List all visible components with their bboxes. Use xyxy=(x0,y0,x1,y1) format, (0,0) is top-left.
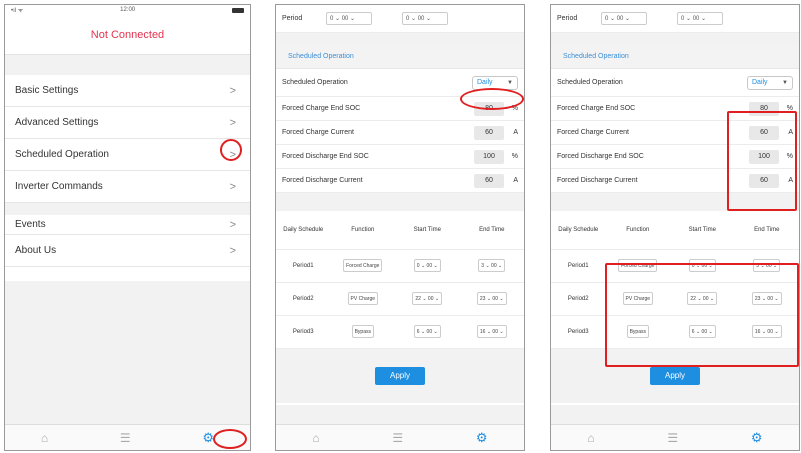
column-header: Function xyxy=(330,211,396,250)
tab-bar: ⌂ ☰ ⚙ xyxy=(551,424,799,450)
end-time-select[interactable]: 16 ⌄ 00 ⌄ xyxy=(476,325,507,338)
value-field[interactable]: 60 xyxy=(474,173,504,188)
table-row: Period3 Bypass 6 ⌄ 00 ⌄ 16 ⌄ 00 ⌄ xyxy=(276,315,524,349)
caret-down-icon: ▼ xyxy=(782,79,788,86)
start-time-select[interactable]: 6 ⌄ 00 ⌄ xyxy=(413,325,441,338)
column-header: Daily Schedule xyxy=(551,211,606,250)
chevron-right-icon: > xyxy=(229,84,236,97)
phone-main-menu: •ıl ᯤ 12:00 Not Connected Basic Settings… xyxy=(4,4,251,451)
column-header: Start Time xyxy=(670,211,735,250)
column-header: Function xyxy=(605,211,671,250)
field-row: Forced Discharge Current 60 A xyxy=(276,169,524,193)
home-icon[interactable]: ⌂ xyxy=(41,431,48,445)
field-row: Forced Charge Current 60 A xyxy=(276,121,524,145)
column-header: Daily Schedule xyxy=(276,211,331,250)
table-row: Period2 PV Charge 22 ⌄ 00 ⌄ 23 ⌄ 00 ⌄ xyxy=(276,282,524,316)
clock: 12:00 xyxy=(120,7,136,13)
annotation-circle xyxy=(220,139,242,161)
menu-item-scheduled-operation[interactable]: Scheduled Operation > xyxy=(5,139,250,171)
phone-scheduled-operation: Period 0 ⌄ 00 ⌄ 0 ⌄ 00 ⌄ Scheduled Opera… xyxy=(275,4,525,451)
menu-item-advanced-settings[interactable]: Advanced Settings > xyxy=(5,107,250,139)
apply-button[interactable]: Apply xyxy=(650,366,700,385)
chevron-right-icon: > xyxy=(229,180,236,193)
connection-status: Not Connected xyxy=(5,15,250,55)
function-select[interactable]: Bypass xyxy=(351,325,374,338)
value-field[interactable]: 100 xyxy=(474,149,504,164)
start-time-select[interactable]: 22 ⌄ 00 ⌄ xyxy=(412,292,443,305)
period-row: Period 0 ⌄ 00 ⌄ 0 ⌄ 00 ⌄ xyxy=(276,5,524,33)
function-select[interactable]: Forced Charge xyxy=(343,259,383,272)
gear-icon[interactable]: ⚙ xyxy=(476,430,488,446)
period-end-select[interactable]: 0 ⌄ 00 ⌄ xyxy=(677,12,723,25)
apply-button[interactable]: Apply xyxy=(375,366,425,385)
value-field[interactable]: 60 xyxy=(474,125,504,140)
battery-icon xyxy=(231,7,244,13)
period-start-select[interactable]: 0 ⌄ 00 ⌄ xyxy=(326,12,372,25)
section-header: Scheduled Operation xyxy=(276,45,524,69)
sliders-icon[interactable]: ☰ xyxy=(667,431,678,445)
signal-icon: •ıl ᯤ xyxy=(11,8,24,14)
gear-icon[interactable]: ⚙ xyxy=(751,430,763,446)
annotation-box xyxy=(727,111,797,211)
field-row: Forced Discharge End SOC 100% xyxy=(276,145,524,169)
scheduled-operation-row: Scheduled Operation Daily ▼ xyxy=(551,69,799,97)
menu-item-inverter-commands[interactable]: Inverter Commands > xyxy=(5,171,250,203)
table-row: Period1 Forced Charge 0 ⌄ 00 ⌄ 3 ⌄ 00 ⌄ xyxy=(276,249,524,283)
scheduled-operation-dropdown[interactable]: Daily ▼ xyxy=(747,75,793,90)
menu-item-basic-settings[interactable]: Basic Settings > xyxy=(5,75,250,107)
menu-item-events[interactable]: Events > xyxy=(5,203,250,235)
settings-menu: Basic Settings > Advanced Settings > Sched… xyxy=(5,75,250,267)
end-time-select[interactable]: 23 ⌄ 00 ⌄ xyxy=(476,292,507,305)
column-header: End Time xyxy=(734,211,799,250)
menu-item-about-us[interactable]: About Us > xyxy=(5,235,250,267)
end-time-select[interactable]: 3 ⌄ 00 ⌄ xyxy=(478,259,506,272)
period-row: Period 0 ⌄ 00 ⌄ 0 ⌄ 00 ⌄ xyxy=(551,5,799,33)
status-bar: •ıl ᯤ 12:00 xyxy=(5,5,250,15)
home-icon[interactable]: ⌂ xyxy=(587,431,594,445)
annotation-circle xyxy=(460,88,524,110)
start-time-select[interactable]: 0 ⌄ 00 ⌄ xyxy=(413,259,441,272)
caret-down-icon: ▼ xyxy=(507,79,513,86)
chevron-right-icon: > xyxy=(229,218,236,231)
chevron-right-icon: > xyxy=(229,244,236,257)
chevron-right-icon: > xyxy=(229,116,236,129)
daily-schedule-table: Daily Schedule Function Start Time End T… xyxy=(276,211,524,349)
section-header: Scheduled Operation xyxy=(551,45,799,69)
annotation-circle xyxy=(213,429,247,449)
annotation-box xyxy=(605,263,799,367)
home-icon[interactable]: ⌂ xyxy=(312,431,319,445)
function-select[interactable]: PV Charge xyxy=(347,292,379,305)
period-start-select[interactable]: 0 ⌄ 00 ⌄ xyxy=(601,12,647,25)
column-header: Start Time xyxy=(395,211,460,250)
column-header: End Time xyxy=(459,211,524,250)
period-end-select[interactable]: 0 ⌄ 00 ⌄ xyxy=(402,12,448,25)
tab-bar: ⌂ ☰ ⚙ xyxy=(276,424,524,450)
phone-scheduled-operation-highlighted: Period 0 ⌄ 00 ⌄ 0 ⌄ 00 ⌄ Scheduled Opera… xyxy=(550,4,800,451)
sliders-icon[interactable]: ☰ xyxy=(120,431,131,445)
sliders-icon[interactable]: ☰ xyxy=(392,431,403,445)
